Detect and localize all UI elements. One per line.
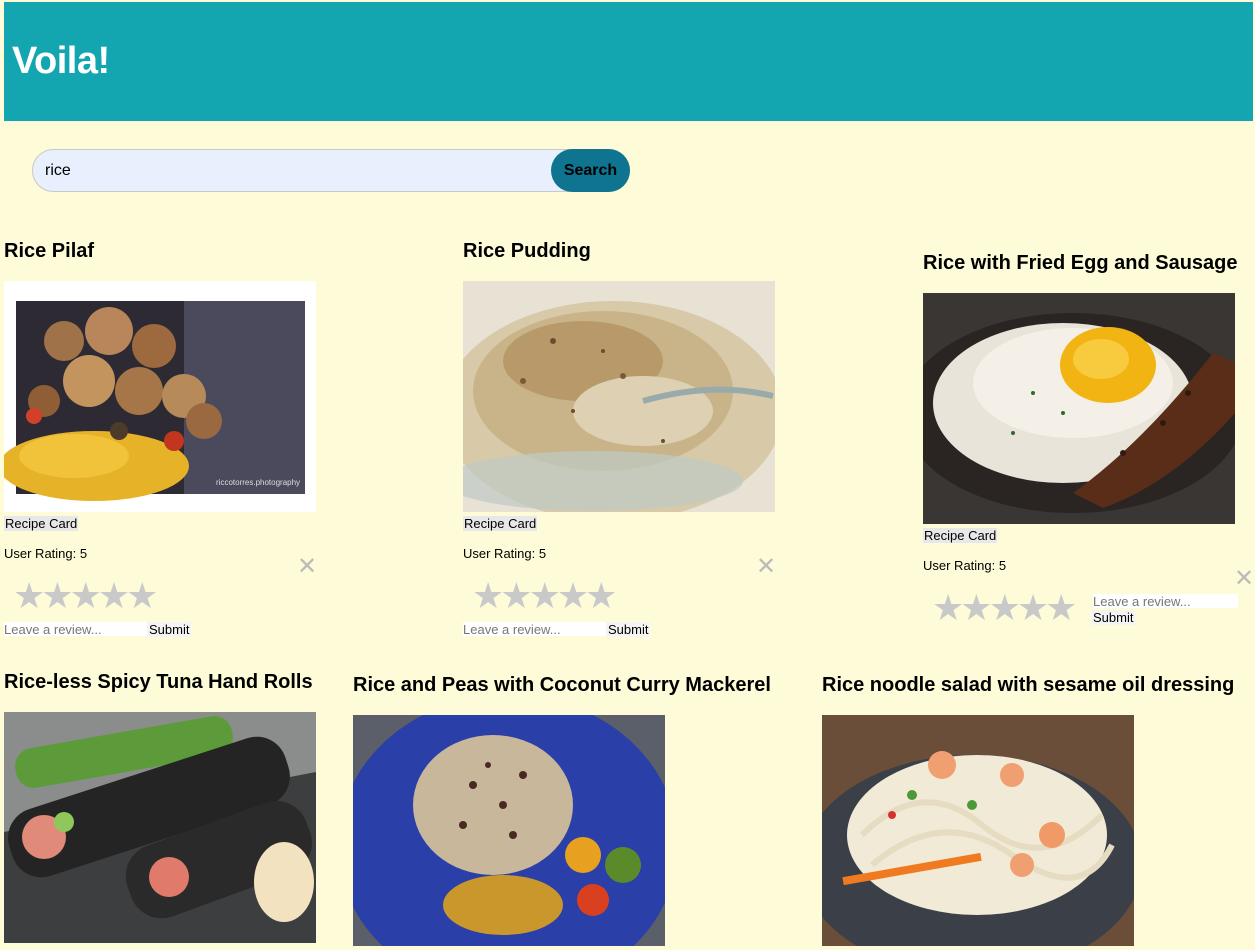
- close-icon[interactable]: ✕: [297, 555, 317, 579]
- star-rating: ★★★★★: [472, 575, 617, 616]
- recipe-image: [822, 715, 1134, 946]
- recipe-card-link[interactable]: Recipe Card: [923, 528, 998, 543]
- review-input[interactable]: [463, 622, 608, 636]
- recipe-card: Rice and Peas with Coconut Curry Mackere…: [353, 673, 771, 697]
- recipe-card-link[interactable]: Recipe Card: [463, 516, 538, 531]
- star-icon[interactable]: ★: [500, 575, 532, 616]
- submit-review-button[interactable]: Submit: [147, 622, 192, 637]
- star-icon[interactable]: ★: [98, 575, 130, 616]
- close-icon[interactable]: ✕: [756, 555, 776, 579]
- recipe-title: Rice with Fried Egg and Sausage: [923, 252, 1238, 274]
- search-input[interactable]: [45, 150, 545, 191]
- recipe-title: Rice Pudding: [463, 240, 591, 262]
- recipe-image: [463, 281, 775, 512]
- recipe-image: [923, 293, 1235, 524]
- star-icon[interactable]: ★: [70, 575, 102, 616]
- recipe-card: Rice Pudding: [463, 239, 591, 263]
- app-header: Voila!: [4, 2, 1253, 121]
- star-icon[interactable]: ★: [1017, 587, 1049, 628]
- recipe-title: Rice Pilaf: [4, 240, 95, 262]
- star-icon[interactable]: ★: [13, 575, 45, 616]
- svg-text:riccotorres.photography: riccotorres.photography: [216, 478, 300, 487]
- review-input[interactable]: [4, 622, 149, 636]
- star-icon[interactable]: ★: [472, 575, 504, 616]
- star-icon[interactable]: ★: [1045, 587, 1077, 628]
- user-rating: User Rating: 5: [923, 558, 1007, 573]
- star-icon[interactable]: ★: [557, 575, 589, 616]
- recipe-image: [4, 712, 316, 943]
- submit-review-button[interactable]: Submit: [1091, 610, 1136, 625]
- star-icon[interactable]: ★: [989, 587, 1021, 628]
- recipe-image: [353, 715, 665, 946]
- search-bar: Search: [32, 149, 630, 192]
- search-button[interactable]: Search: [551, 149, 630, 192]
- star-icon[interactable]: ★: [960, 587, 992, 628]
- recipe-title: Rice noodle salad with sesame oil dressi…: [822, 674, 1235, 696]
- star-icon[interactable]: ★: [585, 575, 617, 616]
- star-rating: ★★★★★: [932, 587, 1077, 628]
- recipe-card: Rice-less Spicy Tuna Hand Rolls: [4, 670, 313, 694]
- star-icon[interactable]: ★: [529, 575, 561, 616]
- star-icon[interactable]: ★: [126, 575, 158, 616]
- app-title: Voila!: [12, 40, 110, 82]
- star-icon[interactable]: ★: [932, 587, 964, 628]
- review-input[interactable]: [1093, 594, 1238, 608]
- user-rating: User Rating: 5: [463, 546, 547, 561]
- recipe-card: Rice noodle salad with sesame oil dressi…: [822, 673, 1234, 697]
- recipe-card-link[interactable]: Recipe Card: [4, 516, 79, 531]
- user-rating: User Rating: 5: [4, 546, 88, 561]
- recipe-card: Rice with Fried Egg and Sausage: [923, 251, 1238, 275]
- star-icon[interactable]: ★: [41, 575, 73, 616]
- recipe-title: Rice and Peas with Coconut Curry Mackere…: [353, 674, 771, 696]
- recipe-card: Rice Pilaf: [4, 239, 94, 263]
- star-rating: ★★★★★: [13, 575, 158, 616]
- submit-review-button[interactable]: Submit: [606, 622, 651, 637]
- recipe-title: Rice-less Spicy Tuna Hand Rolls: [4, 671, 313, 693]
- close-icon[interactable]: ✕: [1234, 567, 1254, 591]
- recipe-image: riccotorres.photography: [4, 281, 316, 512]
